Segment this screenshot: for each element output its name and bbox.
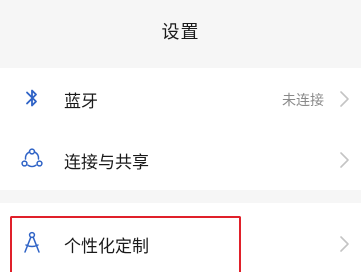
settings-item-label: 个性化定制 [64,237,149,257]
settings-screen: 设置 蓝牙 未连接 连接与共享 个性化定制 [0,0,361,272]
personalization-icon [19,230,45,256]
settings-group-personalization: 个性化定制 [0,203,361,272]
connection-share-icon [19,146,45,172]
settings-item-label: 蓝牙 [64,92,98,112]
settings-item-connection-share[interactable]: 连接与共享 [0,130,361,188]
page-title: 设置 [161,22,200,43]
bluetooth-icon [19,85,45,111]
settings-group-connectivity: 蓝牙 未连接 连接与共享 [0,68,361,190]
settings-item-personalization[interactable]: 个性化定制 [0,214,361,272]
chevron-right-icon [337,90,351,108]
settings-item-label: 连接与共享 [64,153,149,173]
bluetooth-status: 未连接 [282,93,324,109]
settings-item-bluetooth[interactable]: 蓝牙 未连接 [0,69,361,127]
page-header: 设置 [0,0,361,62]
chevron-right-icon [337,235,351,253]
chevron-right-icon [337,151,351,169]
